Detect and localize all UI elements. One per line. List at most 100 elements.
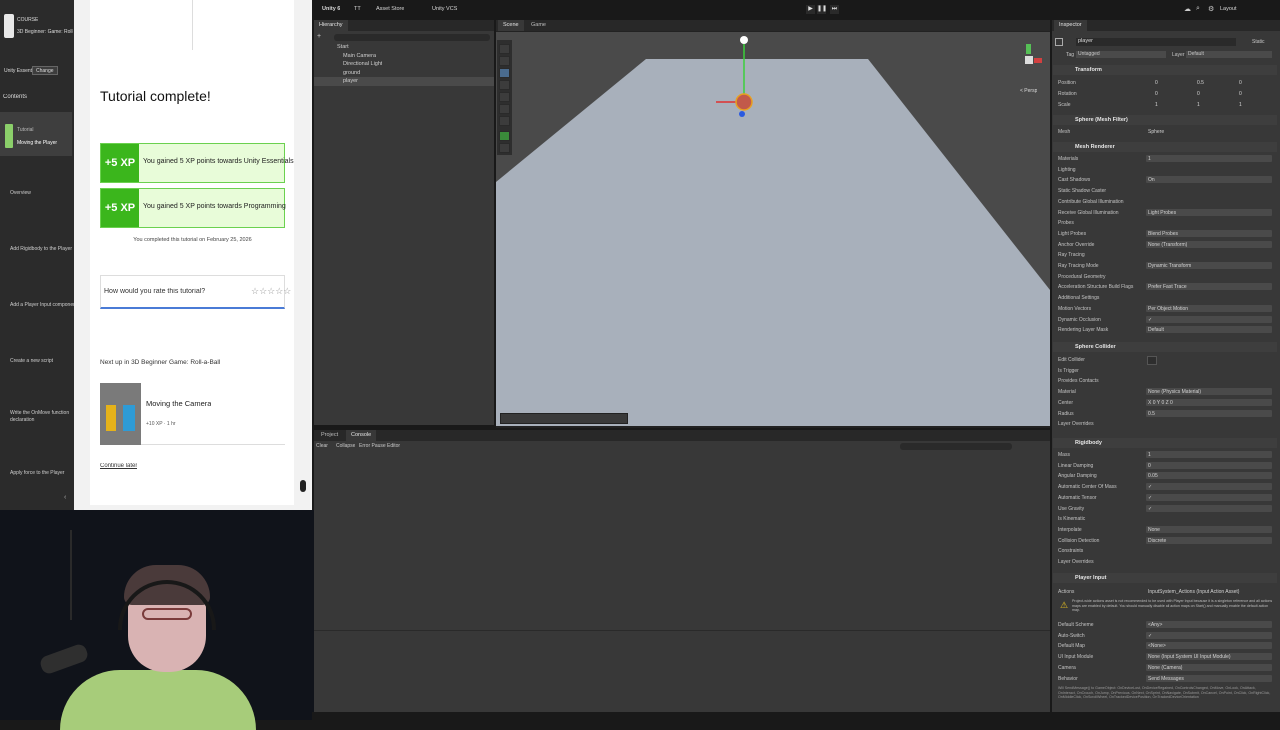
- course-title[interactable]: 3D Beginner: Game: Roll-a-Ball: [17, 29, 73, 35]
- tab-inspector[interactable]: Inspector: [1054, 20, 1087, 31]
- perspective-label[interactable]: < Persp: [1020, 88, 1037, 94]
- tag-dropdown[interactable]: Untagged: [1076, 51, 1166, 58]
- hierarchy-item[interactable]: ground: [343, 70, 360, 76]
- property-field[interactable]: [1146, 326, 1272, 334]
- asset-store-button[interactable]: Asset Store: [376, 6, 404, 12]
- step-item[interactable]: Write the OnMove function declaration: [10, 410, 70, 424]
- collapse-sidebar-icon[interactable]: ‹: [64, 494, 66, 501]
- property-field[interactable]: [1146, 451, 1272, 458]
- component-header[interactable]: Transform: [1053, 65, 1277, 75]
- account-dropdown[interactable]: Unity 6: [322, 6, 340, 12]
- collab-dropdown[interactable]: TT: [354, 6, 361, 12]
- console-collapse-button[interactable]: Collapse: [336, 443, 355, 449]
- mesh-field[interactable]: Sphere: [1148, 129, 1164, 135]
- tab-scene[interactable]: Scene: [498, 20, 524, 31]
- property-field[interactable]: [1146, 315, 1272, 323]
- property-field[interactable]: [1146, 493, 1272, 501]
- property-label: Use Gravity: [1058, 505, 1085, 512]
- tab-console[interactable]: Console: [346, 430, 377, 441]
- layout-dropdown[interactable]: Layout: [1220, 6, 1237, 12]
- next-tutorial-card[interactable]: Moving the Camera +10 XP · 1 hr: [100, 383, 285, 445]
- tab-hierarchy[interactable]: Hierarchy: [314, 20, 348, 31]
- hierarchy-item[interactable]: Directional Light: [343, 61, 382, 67]
- property-field[interactable]: [1146, 631, 1272, 639]
- property-field[interactable]: [1146, 155, 1272, 162]
- console-search[interactable]: [900, 443, 1012, 450]
- transform-x[interactable]: 1: [1155, 102, 1158, 108]
- property-field[interactable]: [1146, 504, 1272, 512]
- step-item[interactable]: Apply force to the Player: [10, 470, 64, 476]
- tab-project[interactable]: Project: [316, 430, 343, 441]
- property-label: Collision Detection: [1058, 537, 1100, 544]
- transform-y[interactable]: 0: [1197, 91, 1200, 97]
- transform-x[interactable]: 0: [1155, 91, 1158, 97]
- step-icon[interactable]: ⏭: [830, 5, 839, 14]
- layer-dropdown[interactable]: Default: [1186, 51, 1272, 58]
- step-item[interactable]: Create a new script: [10, 358, 53, 364]
- object-name-field[interactable]: player: [1076, 38, 1236, 46]
- property-field[interactable]: [1146, 461, 1272, 469]
- pause-icon[interactable]: ❚❚: [817, 5, 827, 14]
- transform-z[interactable]: 1: [1239, 102, 1242, 108]
- current-step[interactable]: Tutorial Moving the Player: [0, 112, 72, 156]
- transform-tool-icon[interactable]: [499, 104, 510, 114]
- console-clear-button[interactable]: Clear: [316, 443, 328, 449]
- transform-x[interactable]: 0: [1155, 80, 1158, 86]
- hierarchy-scene-root[interactable]: Start: [337, 44, 349, 50]
- actions-field[interactable]: InputSystem_Actions (Input Action Asset): [1148, 589, 1239, 595]
- tab-game[interactable]: Game: [526, 20, 551, 31]
- property-field[interactable]: [1146, 472, 1272, 480]
- property-label: Radius: [1058, 410, 1074, 417]
- transform-z[interactable]: 0: [1239, 91, 1242, 97]
- step-item[interactable]: Add Rigidbody to the Player: [10, 246, 72, 252]
- transform-label: Scale: [1058, 102, 1071, 108]
- component-header[interactable]: Player Input: [1053, 573, 1277, 583]
- continue-later-link[interactable]: Continue later: [100, 463, 137, 469]
- property-field[interactable]: [1146, 176, 1272, 184]
- next-tutorial-meta: +10 XP · 1 hr: [146, 421, 176, 427]
- edit-collider-icon[interactable]: [1147, 356, 1157, 365]
- static-toggle[interactable]: Static: [1252, 39, 1265, 45]
- console-editor-dropdown[interactable]: Editor: [387, 443, 400, 449]
- property-field[interactable]: [1146, 525, 1272, 533]
- scene-viewport[interactable]: < Persp: [496, 32, 1050, 426]
- add-object-button[interactable]: +: [317, 33, 321, 40]
- hierarchy-search[interactable]: [334, 34, 490, 41]
- step-item[interactable]: Add a Player Input component: [10, 302, 77, 308]
- change-button[interactable]: Change: [32, 66, 58, 75]
- collider-edit-icon[interactable]: [499, 131, 510, 141]
- gizmo-right-cone: [1034, 58, 1042, 63]
- console-error-pause-button[interactable]: Error Pause: [359, 443, 386, 449]
- custom-tool-icon[interactable]: [499, 116, 510, 126]
- transform-y[interactable]: 1: [1197, 102, 1200, 108]
- property-field[interactable]: [1146, 483, 1272, 491]
- property-label: Angular Damping: [1058, 473, 1097, 480]
- hand-tool-icon[interactable]: [499, 44, 510, 54]
- help-icon[interactable]: [300, 480, 306, 492]
- rating-stars[interactable]: ☆☆☆☆☆: [251, 286, 291, 297]
- step-item[interactable]: Overview: [10, 190, 31, 196]
- component-header[interactable]: Sphere Collider: [1053, 342, 1277, 352]
- move-tool-icon[interactable]: [499, 56, 510, 66]
- play-icon[interactable]: ▶: [806, 5, 815, 14]
- scene-overlay-toolbar[interactable]: [500, 413, 628, 424]
- property-label: Ray Tracing: [1058, 252, 1085, 259]
- settings-icon[interactable]: ⚙: [1208, 5, 1214, 13]
- hierarchy-item[interactable]: Main Camera: [343, 53, 376, 59]
- rect-tool-icon[interactable]: [499, 92, 510, 102]
- component-header[interactable]: Rigidbody: [1053, 438, 1277, 448]
- property-field[interactable]: [1146, 409, 1272, 417]
- property-field[interactable]: [1146, 621, 1272, 628]
- search-icon[interactable]: ⌕: [1196, 5, 1200, 13]
- extra-tool-icon[interactable]: [499, 143, 510, 153]
- component-header[interactable]: Sphere (Mesh Filter): [1053, 115, 1277, 125]
- version-control-button[interactable]: Unity VCS: [432, 6, 457, 12]
- scene-orientation-gizmo[interactable]: [1014, 44, 1044, 80]
- transform-y[interactable]: 0.5: [1197, 80, 1204, 86]
- cloud-icon[interactable]: ☁: [1184, 5, 1191, 13]
- hierarchy-item-selected[interactable]: player: [343, 78, 358, 84]
- transform-z[interactable]: 0: [1239, 80, 1242, 86]
- rotate-tool-icon[interactable]: [499, 68, 510, 78]
- component-header[interactable]: Mesh Renderer: [1053, 142, 1277, 152]
- scale-tool-icon[interactable]: [499, 80, 510, 90]
